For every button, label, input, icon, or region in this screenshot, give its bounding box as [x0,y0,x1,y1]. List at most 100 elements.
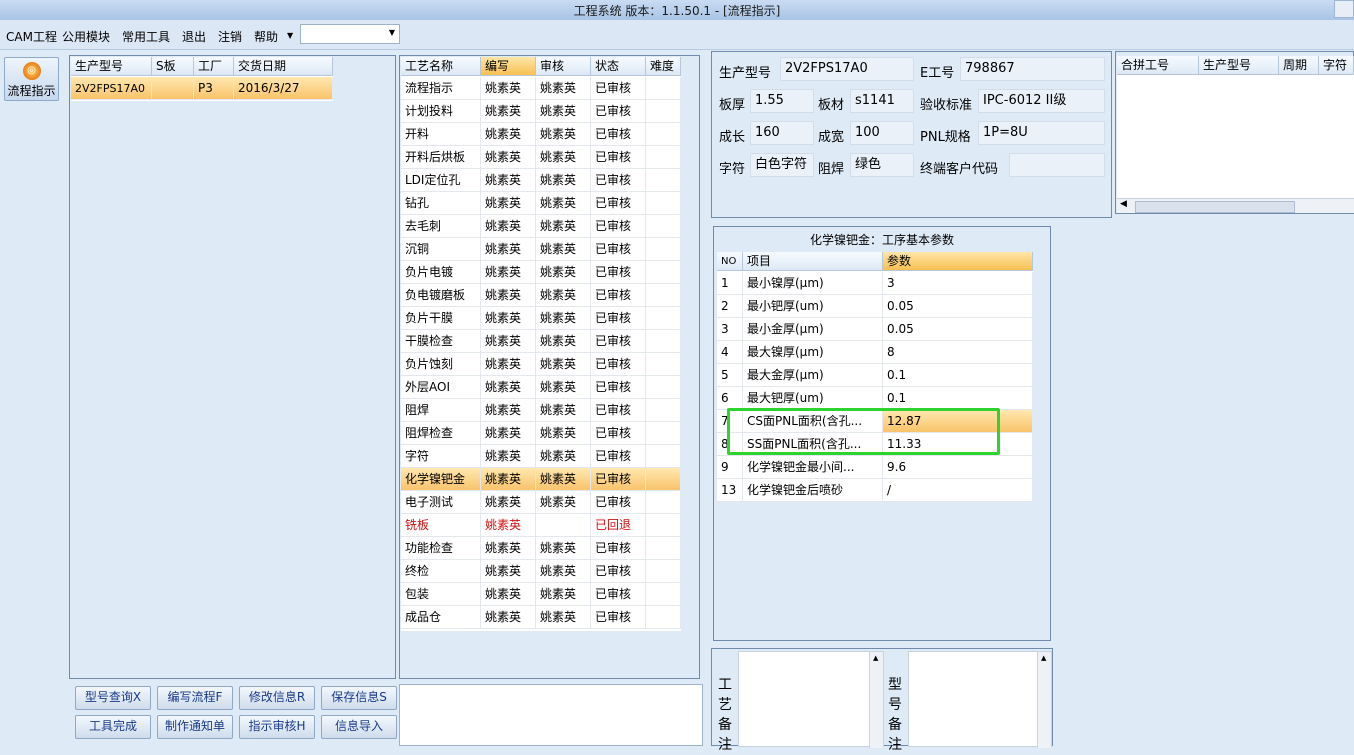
menu-cam[interactable]: CAM工程 [6,28,57,45]
menu-exit[interactable]: 退出 [182,28,206,45]
process-row[interactable]: 沉铜 姚素英 姚素英 已审核 [401,238,681,261]
process-difficulty [646,376,681,399]
flow-instruction-button[interactable]: ◎ 流程指示 [4,57,59,101]
col-status[interactable]: 状态 [591,57,646,76]
col-process-name[interactable]: 工艺名称 [401,57,481,76]
process-row[interactable]: 电子测试 姚素英 姚素英 已审核 [401,491,681,514]
import-button[interactable]: 信息导入 [321,715,397,739]
process-row[interactable]: 流程指示 姚素英 姚素英 已审核 [401,77,681,100]
char-field[interactable]: 白色字符 [750,153,814,177]
process-status: 已审核 [591,192,646,215]
process-row[interactable]: 干膜检查 姚素英 姚素英 已审核 [401,330,681,353]
scroll-thumb[interactable] [1135,201,1295,213]
scroll-left-icon[interactable]: ◀ [1120,199,1127,209]
order-row[interactable]: 2V2FPS17A0 P3 2016/3/27 [71,77,333,100]
param-value: 8 [883,341,1033,364]
process-row[interactable]: 开料 姚素英 姚素英 已审核 [401,123,681,146]
process-difficulty [646,215,681,238]
col-s-board[interactable]: S板 [152,57,194,76]
customer-field[interactable] [1009,153,1105,177]
process-row[interactable]: LDI定位孔 姚素英 姚素英 已审核 [401,169,681,192]
process-remark-scrollbar[interactable]: ▲ [869,652,883,748]
model-remark-scrollbar[interactable]: ▲ [1037,652,1051,748]
param-row[interactable]: 2 最小钯厚(um) 0.05 [717,295,1033,318]
query-model-button[interactable]: 型号查询X [75,686,151,710]
process-writer: 姚素英 [481,514,536,537]
col-combine-no[interactable]: 合拼工号 [1117,56,1199,75]
process-status: 已审核 [591,238,646,261]
material-field[interactable]: s1141 [850,89,914,113]
process-writer: 姚素英 [481,100,536,123]
review-button[interactable]: 指示审核H [239,715,315,739]
process-row[interactable]: 成品仓 姚素英 姚素英 已审核 [401,606,681,629]
process-row[interactable]: 计划投料 姚素英 姚素英 已审核 [401,100,681,123]
process-row[interactable]: 开料后烘板 姚素英 姚素英 已审核 [401,146,681,169]
tool-finish-button[interactable]: 工具完成 [75,715,151,739]
col-combine-model[interactable]: 生产型号 [1199,56,1279,75]
col-combine-cycle[interactable]: 周期 [1279,56,1319,75]
process-writer: 姚素英 [481,215,536,238]
param-row[interactable]: 5 最大金厚(μm) 0.1 [717,364,1033,387]
process-row[interactable]: 外层AOI 姚素英 姚素英 已审核 [401,376,681,399]
length-field[interactable]: 160 [750,121,814,145]
process-difficulty [646,583,681,606]
thickness-field[interactable]: 1.55 [750,89,814,113]
col-no[interactable]: NO [717,252,743,271]
process-row[interactable]: 负片干膜 姚素英 姚素英 已审核 [401,307,681,330]
eno-field[interactable]: 798867 [960,57,1105,81]
process-row[interactable]: 终检 姚素英 姚素英 已审核 [401,560,681,583]
process-row[interactable]: 字符 姚素英 姚素英 已审核 [401,445,681,468]
process-row[interactable]: 负片蚀刻 姚素英 姚素英 已审核 [401,353,681,376]
param-row[interactable]: 1 最小镍厚(μm) 3 [717,272,1033,295]
process-writer: 姚素英 [481,261,536,284]
param-row[interactable]: 9 化学镍钯金最小间... 9.6 [717,456,1033,479]
modify-info-button[interactable]: 修改信息R [239,686,315,710]
menu-dropdown[interactable]: ▼ [300,24,400,44]
scroll-up-icon[interactable]: ▲ [873,654,878,662]
horizontal-scrollbar[interactable]: ◀ [1117,198,1354,213]
process-row[interactable]: 包装 姚素英 姚素英 已审核 [401,583,681,606]
mask-field[interactable]: 绿色 [850,153,914,177]
param-row[interactable]: 4 最大镍厚(μm) 8 [717,341,1033,364]
scroll-up-icon[interactable]: ▲ [1041,654,1046,662]
process-remark-textarea[interactable]: ▲ [738,651,884,748]
save-info-button[interactable]: 保存信息S [321,686,397,710]
width-field[interactable]: 100 [850,121,914,145]
pnl-field[interactable]: 1P=8U [978,121,1105,145]
col-model[interactable]: 生产型号 [71,57,152,76]
model-field[interactable]: 2V2FPS17A0 [780,57,914,81]
col-combine-char[interactable]: 字符 [1319,56,1354,75]
process-row[interactable]: 负电镀磨板 姚素英 姚素英 已审核 [401,284,681,307]
process-row[interactable]: 化学镍钯金 姚素英 姚素英 已审核 [401,468,681,491]
menu-logout[interactable]: 注销 [218,28,242,45]
col-difficulty[interactable]: 难度 [646,57,681,76]
process-row[interactable]: 阻焊检查 姚素英 姚素英 已审核 [401,422,681,445]
mask-label: 阻焊 [818,162,845,177]
menu-public-modules[interactable]: 公用模块 [62,28,110,45]
param-row[interactable]: 3 最小金厚(μm) 0.05 [717,318,1033,341]
close-window-button[interactable] [1334,0,1354,18]
notice-button[interactable]: 制作通知单 [157,715,233,739]
col-delivery-date[interactable]: 交货日期 [234,57,333,76]
param-row[interactable]: 13 化学镍钯金后喷砂 / [717,479,1033,502]
process-row[interactable]: 去毛刺 姚素英 姚素英 已审核 [401,215,681,238]
menu-common-tools[interactable]: 常用工具 [122,28,170,45]
process-row[interactable]: 阻焊 姚素英 姚素英 已审核 [401,399,681,422]
col-writer[interactable]: 编写 [481,57,536,76]
standard-field[interactable]: IPC-6012 II级 [978,89,1105,113]
col-reviewer[interactable]: 审核 [536,57,591,76]
param-value: 0.1 [883,387,1033,410]
process-name: 负片干膜 [401,307,481,330]
write-flow-button[interactable]: 编写流程F [157,686,233,710]
process-row[interactable]: 功能检查 姚素英 姚素英 已审核 [401,537,681,560]
col-factory[interactable]: 工厂 [194,57,234,76]
col-param[interactable]: 参数 [883,252,1033,271]
menu-overflow-arrow-icon[interactable]: ▼ [287,31,293,40]
model-remark-textarea[interactable]: ▲ [908,651,1052,748]
param-row[interactable]: 6 最大钯厚(um) 0.1 [717,387,1033,410]
process-row[interactable]: 铣板 姚素英 已回退 [401,514,681,537]
col-item[interactable]: 项目 [743,252,883,271]
menu-help[interactable]: 帮助 [254,28,278,45]
process-row[interactable]: 钻孔 姚素英 姚素英 已审核 [401,192,681,215]
process-row[interactable]: 负片电镀 姚素英 姚素英 已审核 [401,261,681,284]
